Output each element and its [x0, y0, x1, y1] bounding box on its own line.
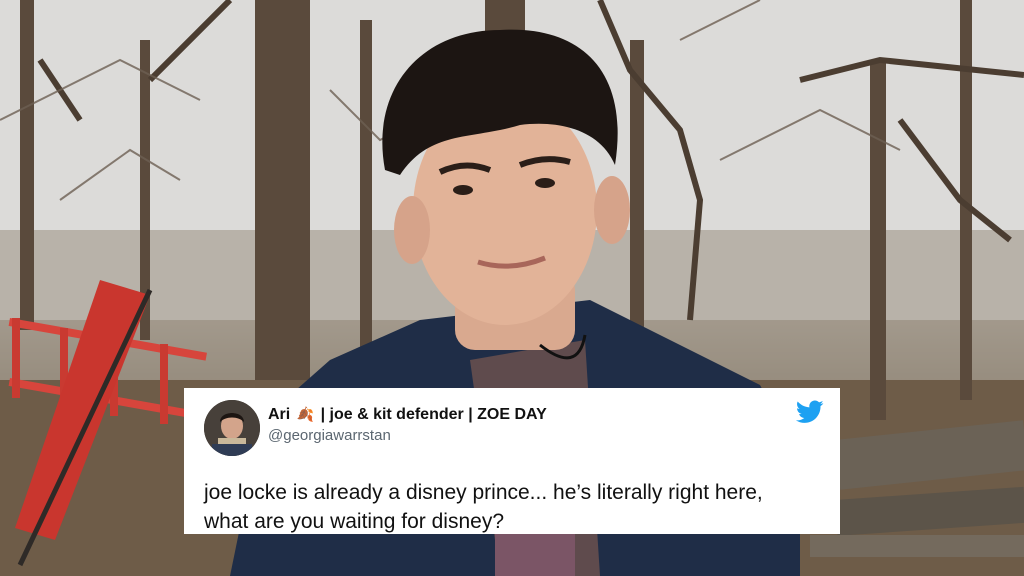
tweet-text: joe locke is already a disney prince... …	[204, 478, 824, 536]
tweet-card: Ari 🍂 | joe & kit defender | ZOE DAY @ge…	[184, 388, 840, 534]
display-name-part2: | joe & kit defender | ZOE DAY	[320, 406, 547, 423]
user-handle[interactable]: @georgiawarrstan	[268, 427, 547, 444]
display-name-part1: Ari	[268, 406, 291, 423]
tweet-header: Ari 🍂 | joe & kit defender | ZOE DAY @ge…	[204, 400, 824, 456]
avatar[interactable]	[204, 400, 260, 456]
twitter-bird-icon[interactable]	[796, 400, 824, 424]
leaf-emoji-icon: 🍂	[296, 406, 315, 422]
user-names: Ari 🍂 | joe & kit defender | ZOE DAY @ge…	[268, 400, 547, 444]
display-name[interactable]: Ari 🍂 | joe & kit defender | ZOE DAY	[268, 406, 547, 424]
tweet-text-line-2: what are you waiting for disney?	[204, 510, 504, 533]
avatar-image	[204, 400, 260, 456]
tweet-text-line-1: joe locke is already a disney prince... …	[204, 481, 763, 504]
